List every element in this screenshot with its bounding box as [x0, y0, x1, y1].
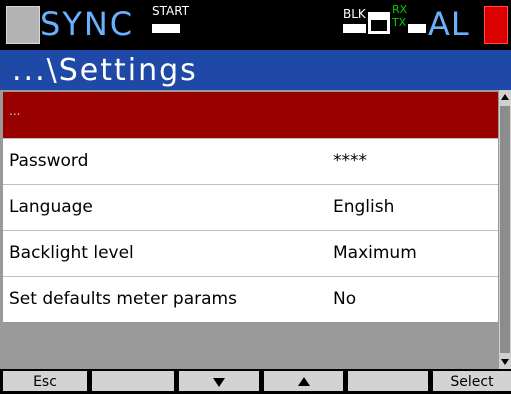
- list-item-language[interactable]: Language English: [3, 184, 498, 230]
- rx-label: RX: [392, 3, 408, 16]
- list-item-label: Password: [9, 151, 89, 171]
- list-item-backlight[interactable]: Backlight level Maximum: [3, 230, 498, 276]
- display-icon: [368, 12, 390, 34]
- start-indicator: [152, 24, 180, 33]
- list-item-password[interactable]: Password ****: [3, 138, 498, 184]
- blk-label: BLK: [343, 7, 366, 21]
- softkey-5[interactable]: [348, 371, 428, 391]
- status-bar: SYNC START BLK RX TX AL: [0, 0, 511, 50]
- list-item-value: ****: [333, 151, 367, 171]
- scroll-up-arrow-icon[interactable]: [499, 90, 511, 104]
- scroll-down-button[interactable]: [179, 371, 259, 391]
- alarm-indicator: [484, 6, 508, 44]
- list-item-back[interactable]: ...: [3, 92, 498, 138]
- start-label: START: [152, 4, 190, 18]
- sync-mode-label: SYNC: [40, 5, 135, 43]
- list-item-value: English: [333, 197, 395, 217]
- list-item-value: No: [333, 289, 357, 309]
- select-button[interactable]: Select: [433, 371, 511, 391]
- scrollbar[interactable]: [499, 90, 511, 369]
- tx-label: TX: [392, 16, 407, 29]
- list-item-label: Language: [9, 197, 93, 217]
- alarm-label: AL: [428, 5, 470, 43]
- blk-indicator: [343, 24, 366, 33]
- list-item-set-defaults[interactable]: Set defaults meter params No: [3, 276, 498, 322]
- scroll-up-button[interactable]: [264, 371, 343, 391]
- list-item-label: ...: [9, 104, 21, 118]
- rx-tx-indicator: [408, 24, 426, 33]
- softkey-bar: Esc Select: [0, 369, 511, 391]
- up-arrow-icon: [297, 377, 310, 386]
- scrollbar-thumb[interactable]: [500, 106, 510, 353]
- status-indicator-square: [6, 6, 40, 44]
- title-bar: ...\Settings: [0, 50, 511, 90]
- page-title: ...\Settings: [12, 53, 198, 88]
- settings-list: ... Password **** Language English Backl…: [0, 90, 499, 369]
- esc-button[interactable]: Esc: [3, 371, 87, 391]
- list-item-label: Set defaults meter params: [9, 289, 237, 309]
- scroll-down-arrow-icon[interactable]: [499, 355, 511, 369]
- list-item-label: Backlight level: [9, 243, 134, 263]
- down-arrow-icon: [213, 378, 225, 387]
- softkey-2[interactable]: [92, 371, 174, 391]
- list-item-value: Maximum: [333, 243, 417, 263]
